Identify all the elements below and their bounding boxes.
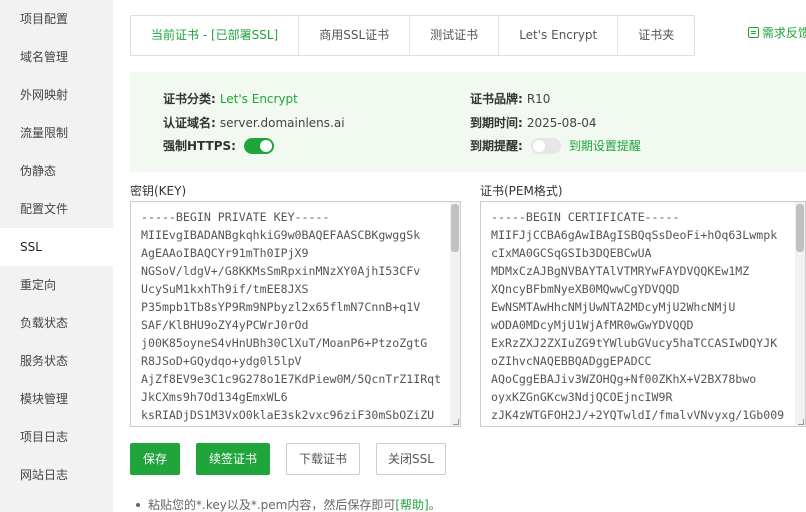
sidebar-item-traffic-limit[interactable]: 流量限制 [0, 114, 113, 152]
bullet-dot [136, 502, 140, 507]
download-certificate-button[interactable]: 下载证书 [286, 443, 360, 475]
feedback-link[interactable]: 需求反馈 [748, 24, 806, 41]
certificate-line: oZIhvcNAQEBBQADggEPADCC [491, 354, 652, 368]
tab-lets-encrypt[interactable]: Let's Encrypt [499, 16, 619, 55]
tab-current-certificate[interactable]: 当前证书 - [已部署SSL] [131, 16, 300, 55]
certificate-line: MDMxCzAJBgNVBAYTAlVTMRYwFAYDVQQKEw1MZ [491, 264, 750, 278]
private-key-line: j00K85oyneS4vHnUBh30ClXuT/MoanP6+PtzoZgt… [141, 336, 428, 350]
cert-domain-row: 认证域名: server.domainlens.ai [163, 114, 345, 131]
sidebar-item-domain-management[interactable]: 域名管理 [0, 38, 113, 76]
certificate-resize-handle[interactable] [798, 419, 804, 425]
sidebar-item-load-status[interactable]: 负载状态 [0, 304, 113, 342]
certificate-content: -----BEGIN CERTIFICATE----- MIIFJjCCBA6gA… [491, 208, 787, 424]
certificate-line: zJK4zWTGFOH2J/+2YQTwldI/fmalvVNvyxg/1Gb0… [491, 408, 785, 422]
certificate-line: MIIFJjCCBA6gAwIBAgISBQqSsDeoFi+hOq63Lwmp… [491, 228, 778, 242]
expire-remind-toggle[interactable] [530, 137, 561, 154]
tab-commercial-ssl[interactable]: 商用SSL证书 [299, 16, 411, 55]
private-key-line: -----BEGIN PRIVATE KEY----- [141, 210, 330, 224]
private-key-line: NGSoV/ldgV+/G8KKMsSmRpxinMNzXY0AjhI53CFv [141, 264, 421, 278]
private-key-scrollbar[interactable] [450, 202, 460, 426]
force-https-label: 强制HTTPS: [163, 139, 236, 153]
cert-expire-label: 到期时间: [470, 116, 523, 130]
certificate-line: wODA0MDcyMjU1WjAfMR0wGwYDVQQD [491, 318, 694, 332]
feedback-icon [748, 27, 759, 38]
private-key-content: -----BEGIN PRIVATE KEY----- MIIEvgIBADANB… [141, 208, 442, 424]
certificate-scrollbar[interactable] [795, 202, 805, 426]
private-key-textarea[interactable]: -----BEGIN PRIVATE KEY----- MIIEvgIBADANB… [130, 201, 461, 427]
feedback-label: 需求反馈 [762, 26, 806, 40]
cert-brand-label: 证书品牌: [470, 92, 523, 106]
private-key-line: SAF/KlBHU9oZY4yPCWrJ0rOd [141, 318, 309, 332]
certificate-info-panel: 证书分类: Let's Encrypt 认证域名: server.domainl… [130, 72, 806, 172]
sidebar: 项目配置 域名管理 外网映射 流量限制 伪静态 配置文件 SSL 重定向 负载状… [0, 0, 113, 512]
paste-hint-suffix: 。 [428, 498, 441, 512]
certificate-line: oyxKZGnGKcw3NdjQCOEjncIW9R [491, 390, 673, 404]
tab-certificate-folder[interactable]: 证书夹 [618, 16, 694, 55]
certificate-label: 证书(PEM格式) [480, 184, 563, 198]
certificate-textarea[interactable]: -----BEGIN CERTIFICATE----- MIIFJjCCBA6gA… [480, 201, 806, 427]
cert-category-value: Let's Encrypt [219, 91, 298, 106]
certificate-line: AQoCggEBAJiv3WZOHQg+Nf00ZKhX+V2BX78bwo [491, 372, 757, 386]
sidebar-item-service-status[interactable]: 服务状态 [0, 342, 113, 380]
private-key-line: JkCXms9h7Od134gEmxWL6 [141, 390, 288, 404]
sidebar-item-external-mapping[interactable]: 外网映射 [0, 76, 113, 114]
paste-hint-text: 粘贴您的*.key以及*.pem内容，然后保存即可 [148, 498, 396, 512]
tab-test-certificate[interactable]: 测试证书 [410, 16, 500, 55]
key-label: 密钥(KEY) [130, 184, 187, 198]
sidebar-item-project-config[interactable]: 项目配置 [0, 0, 113, 38]
ssl-tabs: 当前证书 - [已部署SSL] 商用SSL证书 测试证书 Let's Encry… [130, 15, 696, 56]
cert-category-row: 证书分类: Let's Encrypt [163, 90, 298, 107]
private-key-line: ksRIADjDS1M3VxO0klaE3sk2vxc96ziF30mSbOZi… [141, 408, 435, 422]
paste-hint: 粘贴您的*.key以及*.pem内容，然后保存即可 [帮助] 。 [136, 496, 441, 512]
private-key-line: AgEAAoIBAQCYr91mTh0IPjX9 [141, 246, 309, 260]
force-https-row: 强制HTTPS: [163, 137, 274, 154]
private-key-line: P35mpb1Tb8sYP9Rm9NPbyzl2x65flmN7CnnB+q1V [141, 300, 421, 314]
renew-certificate-button[interactable]: 续签证书 [196, 443, 270, 475]
private-key-line: AjZf8EV9e3C1c9G278o1E7KdPiew0M/5QcnTrZ1I… [141, 372, 442, 386]
private-key-line: R8JSoD+GQydqo+ydg0l5lpV [141, 354, 302, 368]
certificate-line: -----BEGIN CERTIFICATE----- [491, 210, 680, 224]
cert-brand-row: 证书品牌: R10 [470, 90, 550, 107]
force-https-toggle[interactable] [243, 137, 274, 154]
sidebar-item-pseudo-static[interactable]: 伪静态 [0, 152, 113, 190]
help-link[interactable]: [帮助] [395, 496, 428, 512]
certificate-line: EwNSMTAwHhcNMjUwNTA2MDcyMjU2WhcNMjU [491, 300, 736, 314]
sidebar-item-project-log[interactable]: 项目日志 [0, 418, 113, 456]
sidebar-item-config-file[interactable]: 配置文件 [0, 190, 113, 228]
sidebar-item-redirect[interactable]: 重定向 [0, 266, 113, 304]
cert-category-label: 证书分类: [163, 92, 216, 106]
close-ssl-button[interactable]: 关闭SSL [376, 443, 446, 475]
expire-remind-label: 到期提醒: [470, 139, 523, 153]
cert-brand-value: R10 [526, 91, 551, 106]
cert-expire-row: 到期时间: 2025-08-04 [470, 114, 597, 131]
certificate-line: cIxMA0GCSqGSIb3DQEBCwUA [491, 246, 652, 260]
certificate-scroll-thumb[interactable] [796, 204, 804, 252]
private-key-line: MIIEvgIBADANBgkqhkiG9w0BAQEFAASCBKgwggSk [141, 228, 421, 242]
cert-domain-label: 认证域名: [163, 116, 216, 130]
certificate-line: XQncyBFbmNyeXB0MQwwCgYDVQQD [491, 282, 680, 296]
sidebar-item-ssl[interactable]: SSL [0, 228, 113, 266]
certificate-line: ExRzZXJ2ZXIuZG9tYWlubGVucy5haTCCASIwDQYJ… [491, 336, 778, 350]
private-key-line: UcySuM1kxhTh9if/tmEE8JXS [141, 282, 309, 296]
cert-domain-value: server.domainlens.ai [219, 115, 345, 130]
private-key-scroll-thumb[interactable] [451, 204, 459, 252]
expire-remind-row: 到期提醒: 到期设置提醒 [470, 137, 641, 154]
private-key-resize-handle[interactable] [453, 419, 459, 425]
save-button[interactable]: 保存 [130, 443, 180, 475]
sidebar-item-module-management[interactable]: 模块管理 [0, 380, 113, 418]
expire-remind-settings-link[interactable]: 到期设置提醒 [569, 137, 641, 154]
cert-expire-value: 2025-08-04 [526, 115, 597, 130]
sidebar-item-site-log[interactable]: 网站日志 [0, 456, 113, 494]
